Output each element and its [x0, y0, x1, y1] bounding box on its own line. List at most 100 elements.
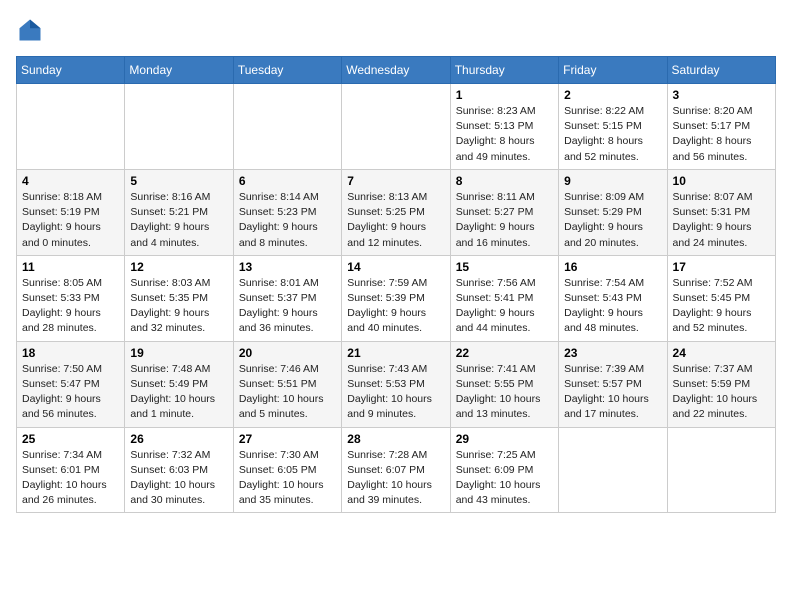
- day-number: 29: [456, 432, 553, 446]
- day-number: 22: [456, 346, 553, 360]
- weekday-header-thursday: Thursday: [450, 57, 558, 84]
- day-info: Sunrise: 7:46 AM Sunset: 5:51 PM Dayligh…: [239, 362, 336, 423]
- weekday-header-sunday: Sunday: [17, 57, 125, 84]
- calendar-header: SundayMondayTuesdayWednesdayThursdayFrid…: [17, 57, 776, 84]
- calendar-cell: 5 Sunrise: 8:16 AM Sunset: 5:21 PM Daylig…: [125, 169, 233, 255]
- calendar-cell: 23Sunrise: 7:39 AM Sunset: 5:57 PM Dayli…: [559, 341, 667, 427]
- day-info: Sunrise: 7:43 AM Sunset: 5:53 PM Dayligh…: [347, 362, 444, 423]
- day-info: Sunrise: 7:28 AM Sunset: 6:07 PM Dayligh…: [347, 448, 444, 509]
- day-number: 19: [130, 346, 227, 360]
- calendar-body: 1 Sunrise: 8:23 AM Sunset: 5:13 PM Daylig…: [17, 84, 776, 513]
- calendar-cell: 21 Sunrise: 7:43 AM Sunset: 5:53 PM Dayli…: [342, 341, 450, 427]
- calendar-cell: 6 Sunrise: 8:14 AM Sunset: 5:23 PM Daylig…: [233, 169, 341, 255]
- day-number: 15: [456, 260, 553, 274]
- calendar-cell: 10Sunrise: 8:07 AM Sunset: 5:31 PM Dayli…: [667, 169, 775, 255]
- calendar-cell: 12 Sunrise: 8:03 AM Sunset: 5:35 PM Dayli…: [125, 255, 233, 341]
- day-number: 14: [347, 260, 444, 274]
- weekday-row: SundayMondayTuesdayWednesdayThursdayFrid…: [17, 57, 776, 84]
- calendar-cell: [342, 84, 450, 170]
- day-number: 3: [673, 88, 770, 102]
- day-number: 20: [239, 346, 336, 360]
- calendar-cell: 17Sunrise: 7:52 AM Sunset: 5:45 PM Dayli…: [667, 255, 775, 341]
- day-number: 24: [673, 346, 770, 360]
- day-number: 2: [564, 88, 661, 102]
- day-info: Sunrise: 8:01 AM Sunset: 5:37 PM Dayligh…: [239, 276, 336, 337]
- day-number: 11: [22, 260, 119, 274]
- calendar-cell: 11 Sunrise: 8:05 AM Sunset: 5:33 PM Dayli…: [17, 255, 125, 341]
- day-info: Sunrise: 7:59 AM Sunset: 5:39 PM Dayligh…: [347, 276, 444, 337]
- calendar-cell: 9 Sunrise: 8:09 AM Sunset: 5:29 PM Daylig…: [559, 169, 667, 255]
- day-info: Sunrise: 7:37 AM Sunset: 5:59 PM Dayligh…: [673, 362, 770, 423]
- day-info: Sunrise: 7:41 AM Sunset: 5:55 PM Dayligh…: [456, 362, 553, 423]
- day-info: Sunrise: 7:25 AM Sunset: 6:09 PM Dayligh…: [456, 448, 553, 509]
- day-info: Sunrise: 8:09 AM Sunset: 5:29 PM Dayligh…: [564, 190, 661, 251]
- day-number: 26: [130, 432, 227, 446]
- day-number: 8: [456, 174, 553, 188]
- page-header: [16, 16, 776, 44]
- logo: [16, 16, 48, 44]
- logo-icon: [16, 16, 44, 44]
- calendar-cell: 25Sunrise: 7:34 AM Sunset: 6:01 PM Dayli…: [17, 427, 125, 513]
- day-info: Sunrise: 8:18 AM Sunset: 5:19 PM Dayligh…: [22, 190, 119, 251]
- calendar-cell: 19Sunrise: 7:48 AM Sunset: 5:49 PM Dayli…: [125, 341, 233, 427]
- day-info: Sunrise: 8:16 AM Sunset: 5:21 PM Dayligh…: [130, 190, 227, 251]
- week-row-3: 18 Sunrise: 7:50 AM Sunset: 5:47 PM Dayli…: [17, 341, 776, 427]
- calendar-cell: 3Sunrise: 8:20 AM Sunset: 5:17 PM Daylig…: [667, 84, 775, 170]
- day-number: 23: [564, 346, 661, 360]
- day-info: Sunrise: 8:11 AM Sunset: 5:27 PM Dayligh…: [456, 190, 553, 251]
- day-info: Sunrise: 8:14 AM Sunset: 5:23 PM Dayligh…: [239, 190, 336, 251]
- day-info: Sunrise: 7:32 AM Sunset: 6:03 PM Dayligh…: [130, 448, 227, 509]
- day-info: Sunrise: 7:56 AM Sunset: 5:41 PM Dayligh…: [456, 276, 553, 337]
- calendar-cell: 22 Sunrise: 7:41 AM Sunset: 5:55 PM Dayli…: [450, 341, 558, 427]
- calendar-cell: 28Sunrise: 7:28 AM Sunset: 6:07 PM Dayli…: [342, 427, 450, 513]
- calendar-cell: 2 Sunrise: 8:22 AM Sunset: 5:15 PM Daylig…: [559, 84, 667, 170]
- weekday-header-friday: Friday: [559, 57, 667, 84]
- week-row-2: 11 Sunrise: 8:05 AM Sunset: 5:33 PM Dayli…: [17, 255, 776, 341]
- calendar-cell: 1 Sunrise: 8:23 AM Sunset: 5:13 PM Daylig…: [450, 84, 558, 170]
- calendar-cell: 20 Sunrise: 7:46 AM Sunset: 5:51 PM Dayli…: [233, 341, 341, 427]
- calendar-cell: 4 Sunrise: 8:18 AM Sunset: 5:19 PM Daylig…: [17, 169, 125, 255]
- calendar-cell: 29 Sunrise: 7:25 AM Sunset: 6:09 PM Dayli…: [450, 427, 558, 513]
- weekday-header-saturday: Saturday: [667, 57, 775, 84]
- day-info: Sunrise: 7:54 AM Sunset: 5:43 PM Dayligh…: [564, 276, 661, 337]
- day-info: Sunrise: 8:13 AM Sunset: 5:25 PM Dayligh…: [347, 190, 444, 251]
- day-number: 9: [564, 174, 661, 188]
- calendar-cell: [125, 84, 233, 170]
- day-number: 18: [22, 346, 119, 360]
- week-row-1: 4 Sunrise: 8:18 AM Sunset: 5:19 PM Daylig…: [17, 169, 776, 255]
- calendar-cell: [233, 84, 341, 170]
- week-row-4: 25Sunrise: 7:34 AM Sunset: 6:01 PM Dayli…: [17, 427, 776, 513]
- day-number: 27: [239, 432, 336, 446]
- day-info: Sunrise: 8:22 AM Sunset: 5:15 PM Dayligh…: [564, 104, 661, 165]
- day-info: Sunrise: 8:03 AM Sunset: 5:35 PM Dayligh…: [130, 276, 227, 337]
- calendar-table: SundayMondayTuesdayWednesdayThursdayFrid…: [16, 56, 776, 513]
- day-number: 17: [673, 260, 770, 274]
- day-info: Sunrise: 8:05 AM Sunset: 5:33 PM Dayligh…: [22, 276, 119, 337]
- weekday-header-tuesday: Tuesday: [233, 57, 341, 84]
- week-row-0: 1 Sunrise: 8:23 AM Sunset: 5:13 PM Daylig…: [17, 84, 776, 170]
- day-info: Sunrise: 7:34 AM Sunset: 6:01 PM Dayligh…: [22, 448, 119, 509]
- calendar-cell: 7 Sunrise: 8:13 AM Sunset: 5:25 PM Daylig…: [342, 169, 450, 255]
- calendar-cell: 18 Sunrise: 7:50 AM Sunset: 5:47 PM Dayli…: [17, 341, 125, 427]
- day-info: Sunrise: 7:50 AM Sunset: 5:47 PM Dayligh…: [22, 362, 119, 423]
- calendar-cell: 15 Sunrise: 7:56 AM Sunset: 5:41 PM Dayli…: [450, 255, 558, 341]
- calendar-cell: 24 Sunrise: 7:37 AM Sunset: 5:59 PM Dayli…: [667, 341, 775, 427]
- calendar-cell: [559, 427, 667, 513]
- day-number: 10: [673, 174, 770, 188]
- weekday-header-monday: Monday: [125, 57, 233, 84]
- day-number: 1: [456, 88, 553, 102]
- day-number: 7: [347, 174, 444, 188]
- calendar-cell: [667, 427, 775, 513]
- day-info: Sunrise: 8:23 AM Sunset: 5:13 PM Dayligh…: [456, 104, 553, 165]
- day-number: 21: [347, 346, 444, 360]
- day-number: 12: [130, 260, 227, 274]
- calendar-cell: 13Sunrise: 8:01 AM Sunset: 5:37 PM Dayli…: [233, 255, 341, 341]
- calendar-cell: 14 Sunrise: 7:59 AM Sunset: 5:39 PM Dayli…: [342, 255, 450, 341]
- day-number: 5: [130, 174, 227, 188]
- day-number: 6: [239, 174, 336, 188]
- calendar-cell: 8 Sunrise: 8:11 AM Sunset: 5:27 PM Daylig…: [450, 169, 558, 255]
- day-number: 4: [22, 174, 119, 188]
- calendar-cell: 27Sunrise: 7:30 AM Sunset: 6:05 PM Dayli…: [233, 427, 341, 513]
- calendar-cell: 26 Sunrise: 7:32 AM Sunset: 6:03 PM Dayli…: [125, 427, 233, 513]
- day-number: 16: [564, 260, 661, 274]
